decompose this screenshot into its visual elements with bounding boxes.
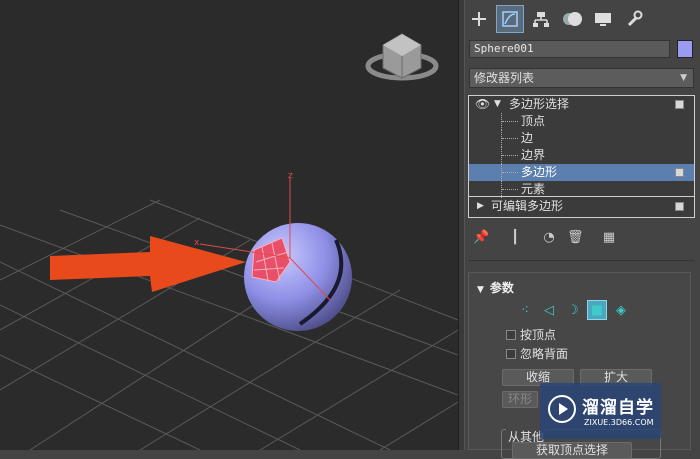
modifier-list-label: 修改器列表 (474, 71, 535, 85)
checkbox-label: 按顶点 (520, 328, 557, 342)
object-name-field[interactable]: Sphere001 (469, 40, 670, 58)
make-unique-icon[interactable]: ◔ (541, 230, 557, 246)
viewport-canvas: z x (0, 33, 458, 450)
tab-modify[interactable] (496, 5, 524, 33)
sphere-object[interactable] (244, 223, 352, 331)
get-vertex-selection-button[interactable]: 获取顶点选择 (512, 442, 632, 459)
object-color-swatch[interactable] (677, 40, 693, 58)
play-logo-icon (548, 395, 576, 423)
stack-item-poly-select[interactable]: 👁 ▼ 多边形选择 (469, 96, 694, 113)
stack-toolbar: 📌 ┃ ◔ 🗑 ▦ (465, 228, 700, 250)
checkbox-box[interactable] (506, 349, 516, 359)
tree-line (501, 164, 520, 181)
annotation-arrow (50, 236, 246, 292)
stack-item-label: 多边形 (521, 165, 558, 179)
modifier-toggle-box[interactable] (675, 100, 684, 109)
eye-icon[interactable]: 👁 (475, 96, 490, 113)
checkbox-label: 忽略背面 (520, 347, 569, 361)
ring-button[interactable]: 环形 (502, 391, 538, 408)
viewcube[interactable] (365, 33, 439, 81)
collapse-triangle-icon: ▼ (477, 285, 484, 295)
viewport-panel-divider[interactable] (458, 0, 465, 450)
modifier-list-dropdown[interactable]: 修改器列表 ▼ (469, 68, 694, 88)
modify-icon (502, 11, 518, 27)
chevron-down-icon: ▼ (680, 73, 687, 83)
tab-create[interactable] (465, 5, 493, 33)
rollout-header[interactable]: ▼ 参数 (477, 279, 514, 296)
tab-display[interactable] (589, 5, 617, 33)
remove-modifier-icon[interactable]: 🗑 (567, 230, 584, 246)
display-icon (595, 13, 611, 26)
watermark-subtitle: ZIXUE.3D66.COM (584, 418, 654, 427)
tree-line (501, 147, 520, 164)
tab-utilities[interactable] (620, 5, 648, 33)
stack-item-label: 边界 (521, 148, 546, 162)
stack-item-border[interactable]: 边界 (469, 147, 694, 164)
tree-line (501, 113, 520, 130)
element-icon[interactable]: ◈ (611, 300, 631, 320)
tree-line (501, 130, 520, 147)
modifier-toggle-box[interactable] (675, 202, 684, 211)
ground-grid (0, 199, 458, 450)
tab-motion[interactable] (558, 5, 586, 33)
stack-item-label: 多边形选择 (509, 97, 570, 111)
polygon-icon[interactable]: ■ (587, 300, 607, 320)
pin-stack-icon[interactable]: 📌 (473, 230, 489, 246)
utilities-wrench-icon (627, 10, 643, 27)
stack-item-edge[interactable]: 边 (469, 130, 694, 147)
tab-hierarchy[interactable] (527, 5, 555, 33)
modifier-stack[interactable]: 👁 ▼ 多边形选择 顶点 边 边界 多边形 元素 ▶ 可编辑多边形 (468, 95, 695, 218)
expand-triangle-icon[interactable]: ▼ (494, 96, 501, 113)
hierarchy-icon (533, 12, 549, 27)
stack-divider (469, 196, 694, 197)
watermark: 溜溜自学 ZIXUE.3D66.COM (540, 383, 661, 439)
by-vertex-checkbox[interactable]: 按顶点 (506, 327, 656, 343)
ignore-backfacing-checkbox[interactable]: 忽略背面 (506, 346, 656, 362)
watermark-title: 溜溜自学 (582, 398, 654, 418)
stack-item-label: 顶点 (521, 114, 546, 128)
stack-item-polygon[interactable]: 多边形 (469, 164, 694, 181)
expand-triangle-icon[interactable]: ▶ (477, 198, 484, 215)
motion-icon (563, 12, 582, 26)
stack-item-editable-poly[interactable]: ▶ 可编辑多边形 (469, 198, 694, 215)
stack-item-label: 边 (521, 131, 534, 145)
show-end-result-icon[interactable]: ┃ (507, 230, 523, 246)
gizmo-z-label: z (288, 171, 293, 181)
stack-item-vertex[interactable]: 顶点 (469, 113, 694, 130)
perspective-viewport[interactable]: z x (0, 0, 458, 450)
modifier-toggle-box[interactable] (675, 168, 684, 177)
command-panel-tabs (465, 5, 700, 33)
configure-modifier-sets-icon[interactable]: ▦ (601, 230, 617, 246)
vertex-icon[interactable]: ⁖ (515, 300, 535, 320)
gizmo-x-label: x (194, 238, 200, 248)
section-divider (469, 260, 694, 261)
stack-item-label: 可编辑多边形 (491, 199, 564, 213)
border-icon[interactable]: ☽ (563, 300, 583, 320)
checkbox-box[interactable] (506, 330, 516, 340)
create-plus-icon (472, 12, 486, 26)
rollout-title: 参数 (489, 281, 514, 295)
edge-icon[interactable]: ◁ (539, 300, 559, 320)
